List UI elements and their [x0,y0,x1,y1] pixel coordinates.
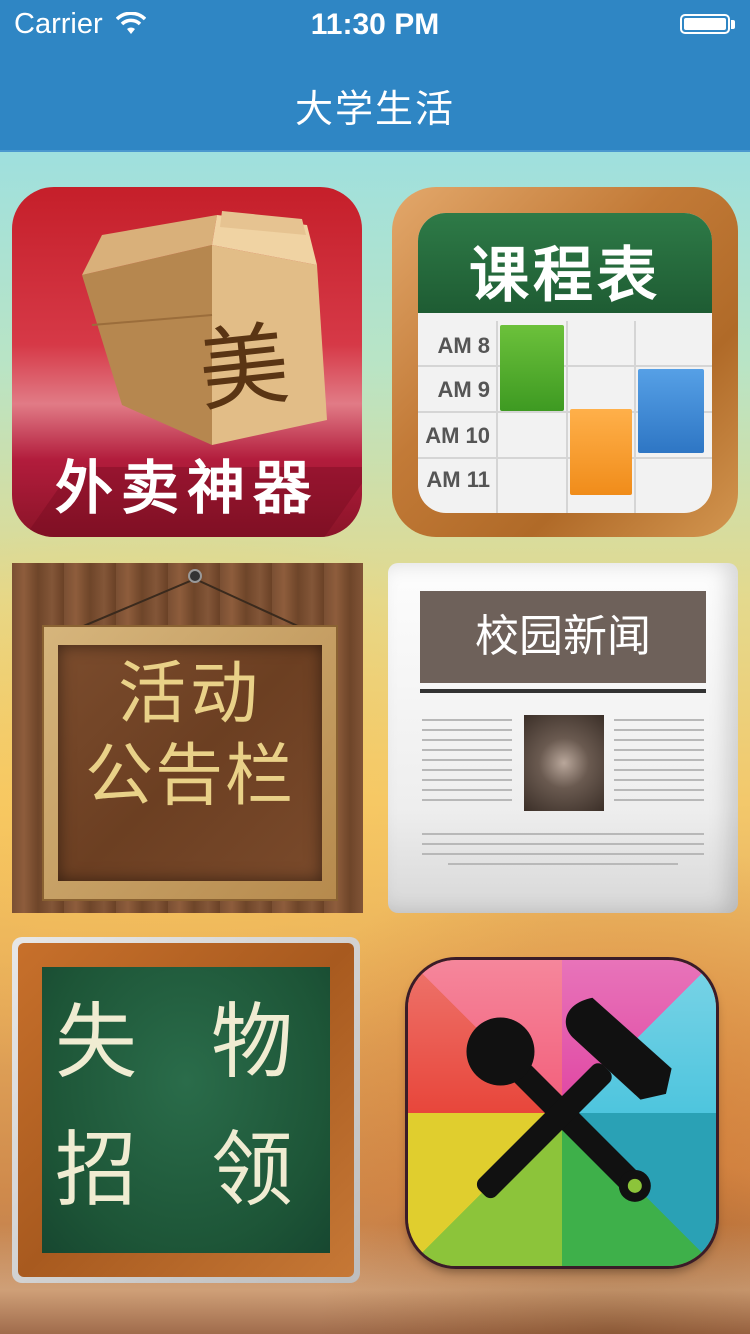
text-line [422,799,512,801]
text-line [422,853,704,855]
tile-bulletin-label: 活动 公告栏 [58,655,322,819]
status-time: 11:30 PM [310,8,440,41]
schedule-hour: AM 11 [426,467,490,492]
newspaper-rule [420,689,706,693]
text-line [422,833,704,835]
text-line [422,779,512,781]
schedule-hour: AM 9 [437,377,490,402]
hammer-wrench-icon [466,997,672,1202]
status-bar: Carrier 11:30 PM [0,0,750,50]
schedule-hour: AM 10 [425,423,490,448]
schedule-block-orange [570,409,632,495]
text-line [422,719,512,721]
tile-tools[interactable] [408,960,716,1266]
text-line [614,799,704,801]
tile-takeout[interactable]: 美 外卖神器 [12,187,362,537]
schedule-header: 课程表 [418,213,712,313]
tile-schedule[interactable]: 课程表 AM 8 AM 9 AM 10 AM 11 [392,187,738,537]
tile-news[interactable]: 校园新闻 [388,563,738,913]
hanging-string [67,577,313,633]
text-line [422,739,512,741]
tile-lost-found-line1: 失 物 [54,995,318,1090]
newspaper-icon [524,715,604,811]
text-line [422,759,512,761]
text-line [614,769,704,771]
text-line [614,759,704,761]
schedule-hour: AM 8 [437,333,490,358]
battery-icon [680,14,738,36]
text-line [614,729,704,731]
tile-news-banner: 校园新闻 [420,591,706,683]
tile-lost-found-line2: 招 领 [54,1123,318,1218]
text-line [448,863,678,865]
schedule-block-blue [638,369,704,453]
text-line [614,739,704,741]
tile-bulletin-line1: 活动 [117,655,262,734]
schedule-title: 课程表 [469,241,661,311]
text-line [614,779,704,781]
text-line [614,789,704,791]
tile-bulletin-line2: 公告栏 [84,737,295,816]
page-title: 大学生活 [294,87,455,131]
tile-bulletin[interactable]: 活动 公告栏 [12,563,363,913]
tile-takeout-label: 外卖神器 [54,454,319,522]
tile-lost-found-label: 失 物 招 领 [42,979,330,1235]
text-line [422,729,512,731]
navigation-bar: Carrier 11:30 PM 大学生活 [0,0,750,152]
text-line [422,789,512,791]
calendar-icon: 课程表 AM 8 AM 9 AM 10 AM 11 [418,213,712,513]
text-line [614,719,704,721]
text-line [614,749,704,751]
text-line [422,843,704,845]
bag-glyph: 美 [193,311,295,426]
tile-lost-found[interactable]: 失 物 招 领 [12,937,360,1283]
nail-icon [190,571,200,581]
schedule-block-green [500,325,564,411]
text-line [422,749,512,751]
text-line [422,769,512,771]
